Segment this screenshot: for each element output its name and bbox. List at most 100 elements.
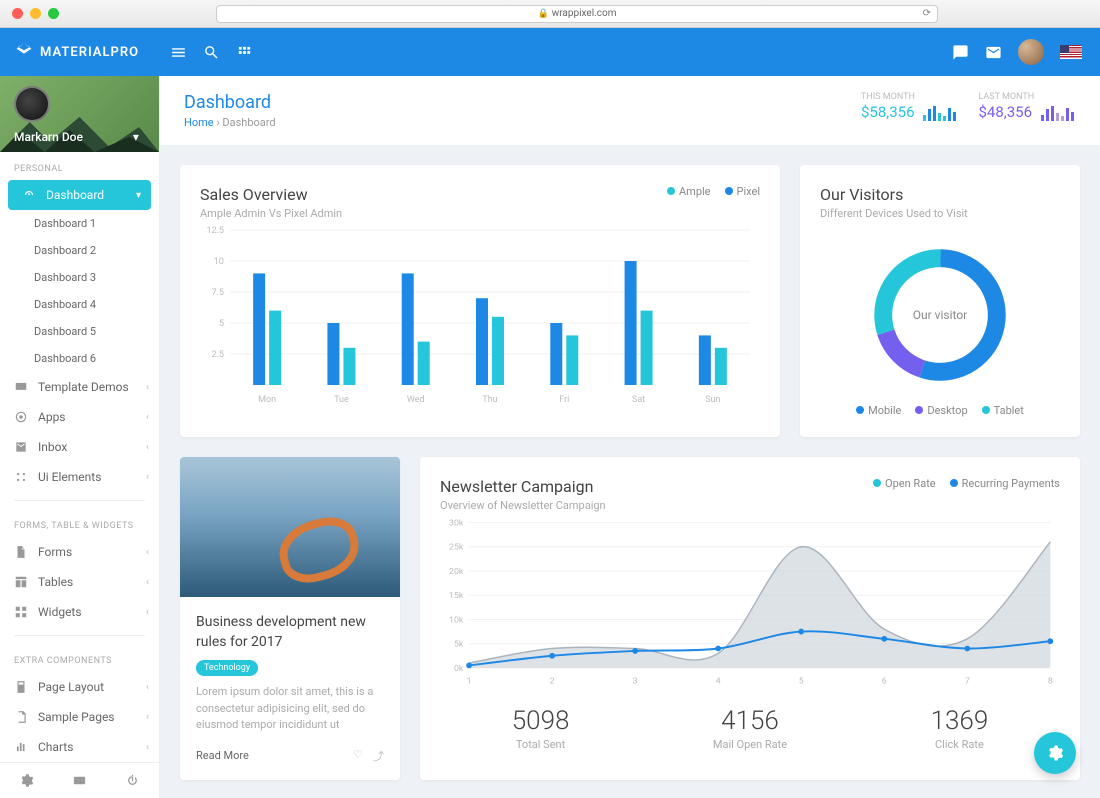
svg-text:Wed: Wed [407, 395, 425, 405]
card-subtitle: Overview of Newsletter Campaign [440, 499, 606, 512]
card-title: Our Visitors [820, 185, 1060, 204]
wallet-icon[interactable] [72, 773, 87, 788]
svg-text:20k: 20k [449, 567, 464, 577]
svg-text:7: 7 [965, 676, 970, 686]
legend-item: Desktop [915, 404, 967, 417]
traffic-min-icon[interactable] [30, 8, 41, 19]
nav-sub[interactable]: Dashboard 5 [0, 318, 159, 345]
profile-name[interactable]: Markarn Doe▾ [14, 130, 139, 144]
fab-settings[interactable] [1034, 732, 1076, 774]
nav-sub[interactable]: Dashboard 6 [0, 345, 159, 372]
nav-inbox[interactable]: Inbox‹ [0, 432, 159, 462]
card-title: Sales Overview [200, 185, 342, 204]
news-image [180, 457, 400, 597]
nav-charts[interactable]: Charts‹ [0, 732, 159, 762]
svg-text:5: 5 [799, 676, 804, 686]
nav-dashboard[interactable]: Dashboard ▾ [8, 180, 151, 210]
settings-icon[interactable] [19, 773, 34, 788]
sparkline-icon [922, 105, 958, 121]
news-title: Business development new rules for 2017 [196, 613, 384, 652]
heart-icon[interactable]: ♡ [353, 748, 363, 764]
news-text: Lorem ipsum dolor sit amet, this is a co… [196, 684, 384, 734]
traffic-close-icon[interactable] [12, 8, 23, 19]
chevron-down-icon: ▾ [133, 130, 139, 144]
traffic-max-icon[interactable] [48, 8, 59, 19]
sales-chart: 2.557.51012.5MonTueWedThuFriSatSun [200, 220, 760, 410]
nav-sub[interactable]: Dashboard 4 [0, 291, 159, 318]
svg-text:2: 2 [550, 676, 555, 686]
nav-tables[interactable]: Tables‹ [0, 567, 159, 597]
breadcrumb: Home › Dashboard [184, 116, 276, 129]
url-text: wrappixel.com [552, 8, 617, 19]
section-label: PERSONAL [0, 152, 159, 180]
nav-sub[interactable]: Dashboard 2 [0, 237, 159, 264]
svg-text:5k: 5k [454, 640, 464, 650]
apps-icon[interactable] [236, 44, 253, 61]
mail-icon[interactable] [985, 44, 1002, 61]
menu-icon[interactable] [170, 44, 187, 61]
card-subtitle: Ample Admin Vs Pixel Admin [200, 207, 342, 220]
legend-item: Ample [667, 185, 711, 198]
nav-apps[interactable]: Apps‹ [0, 402, 159, 432]
card-title: Newsletter Campaign [440, 477, 606, 496]
svg-text:Mon: Mon [258, 395, 276, 405]
power-icon[interactable] [125, 773, 140, 788]
svg-text:4: 4 [716, 676, 721, 686]
sidebar: Markarn Doe▾ PERSONAL Dashboard ▾ Dashbo… [0, 28, 160, 798]
profile-avatar[interactable] [14, 86, 50, 122]
share-icon[interactable]: ⤴ [373, 748, 384, 764]
newsletter-card: Newsletter Campaign Overview of Newslett… [420, 457, 1080, 780]
logo[interactable]: MATERIALPRO [0, 42, 160, 62]
svg-text:10k: 10k [449, 615, 464, 625]
nav-forms[interactable]: Forms‹ [0, 537, 159, 567]
legend-item: Tablet [982, 404, 1024, 417]
svg-text:6: 6 [882, 676, 887, 686]
svg-text:Sun: Sun [705, 395, 720, 405]
svg-text:30k: 30k [449, 518, 464, 528]
stat-click-rate: 1369Click Rate [931, 706, 989, 751]
donut-label: Our visitor [913, 308, 967, 322]
profile-hero: Markarn Doe▾ [0, 76, 159, 152]
svg-text:1: 1 [467, 676, 472, 686]
svg-text:12.5: 12.5 [206, 226, 224, 236]
legend-item: Open Rate [873, 477, 936, 490]
legend-item: Pixel [725, 185, 760, 198]
nav-ui[interactable]: Ui Elements‹ [0, 462, 159, 492]
svg-text:Fri: Fri [559, 395, 569, 405]
svg-text:15k: 15k [449, 591, 464, 601]
chevron-down-icon: ▾ [136, 190, 141, 201]
reload-icon[interactable]: ⟳ [923, 8, 931, 19]
news-card: Business development new rules for 2017 … [180, 457, 400, 780]
stat-open-rate: 4156Mail Open Rate [713, 706, 787, 751]
svg-text:7.5: 7.5 [212, 288, 225, 298]
sales-card: Sales Overview Ample Admin Vs Pixel Admi… [180, 165, 780, 437]
section-label: FORMS, TABLE & WIDGETS [0, 509, 159, 537]
topbar: MATERIALPRO [0, 28, 1100, 76]
svg-text:Tue: Tue [334, 395, 349, 405]
page-title: Dashboard [184, 92, 276, 113]
nav-layout[interactable]: Page Layout‹ [0, 672, 159, 702]
read-more-link[interactable]: Read More [196, 749, 249, 762]
legend-item: Recurring Payments [950, 477, 1060, 490]
url-bar[interactable]: 🔒 wrappixel.com ⟳ [216, 5, 938, 23]
card-subtitle: Different Devices Used to Visit [820, 207, 1060, 220]
nav-widgets[interactable]: Widgets‹ [0, 597, 159, 627]
visitors-card: Our Visitors Different Devices Used to V… [800, 165, 1080, 437]
svg-text:2.5: 2.5 [212, 350, 225, 360]
nav-sub[interactable]: Dashboard 1 [0, 210, 159, 237]
svg-text:8: 8 [1048, 676, 1053, 686]
svg-text:Thu: Thu [482, 395, 497, 405]
nav-sample[interactable]: Sample Pages‹ [0, 702, 159, 732]
legend-item: Mobile [856, 404, 901, 417]
crumb-home[interactable]: Home [184, 116, 214, 129]
sparkline-icon [1040, 105, 1076, 121]
main: Dashboard Home › Dashboard THIS MONTH $5… [160, 28, 1100, 798]
svg-text:Sat: Sat [632, 395, 645, 405]
stat-last-month: LAST MONTH $48,356 [978, 92, 1076, 121]
nav-sub[interactable]: Dashboard 3 [0, 264, 159, 291]
search-icon[interactable] [203, 44, 220, 61]
chat-icon[interactable] [952, 44, 969, 61]
flag-us-icon[interactable] [1060, 45, 1082, 59]
nav-templates[interactable]: Template Demos‹ [0, 372, 159, 402]
avatar[interactable] [1018, 39, 1044, 65]
